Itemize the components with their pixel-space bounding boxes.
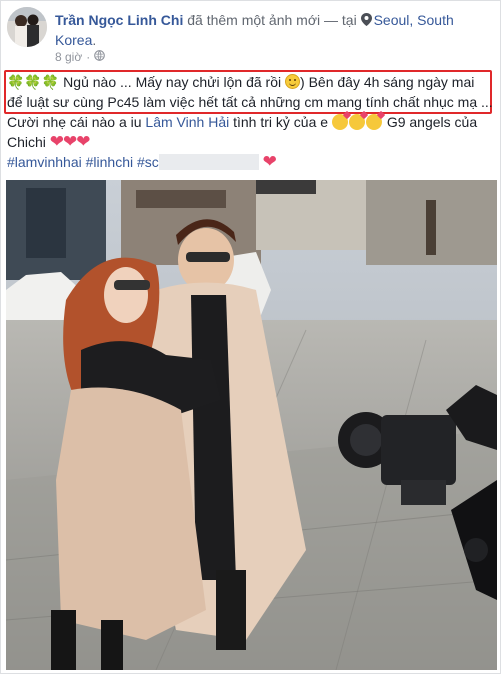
mention-link[interactable]: Lâm Vinh Hải: [145, 114, 229, 130]
hashtag-link[interactable]: #linhchi: [86, 154, 133, 170]
hashtag-link[interactable]: #sc: [137, 154, 159, 170]
smile-emoji-icon: [285, 74, 301, 89]
hashtag-link[interactable]: #lamvinhhai: [7, 154, 82, 170]
post-text-line2-start: Cười nhẹ cái nào a iu: [7, 114, 146, 130]
meta-separator: ·: [86, 50, 91, 64]
redacted-text: [158, 154, 259, 170]
post-timestamp[interactable]: 8 giờ: [55, 50, 82, 64]
post-text-line2-mid: tình tri kỷ của e: [229, 114, 332, 130]
photo-image: [6, 180, 497, 670]
avatar-photo: [7, 7, 47, 47]
globe-icon[interactable]: [94, 50, 106, 64]
kiss-emoji-icon: [348, 114, 365, 130]
kiss-emoji-icon: [331, 114, 348, 130]
hearts-emoji: ❤❤❤: [49, 132, 91, 151]
post-photo[interactable]: [6, 180, 497, 670]
post-header: Trần Ngọc Linh Chi đã thêm một ảnh mới —…: [55, 10, 495, 50]
post-card: Trần Ngọc Linh Chi đã thêm một ảnh mới —…: [0, 0, 501, 674]
post-action-text: đã thêm một ảnh mới — tại: [183, 12, 361, 28]
map-pin-icon: [360, 12, 374, 28]
post-text-line1: Ngủ nào ... Mấy nay chửi lộn đã rồi: [59, 74, 286, 90]
post-body: 🍀🍀🍀 Ngủ nào ... Mấy nay chửi lộn đã rồi …: [7, 72, 493, 172]
location-period: .: [92, 32, 97, 48]
kiss-emoji-icon: [365, 114, 382, 130]
four-leaf-clover-emoji: 🍀🍀🍀: [7, 74, 60, 90]
author-name-link[interactable]: Trần Ngọc Linh Chi: [55, 12, 183, 28]
author-avatar[interactable]: [7, 7, 47, 47]
heart-emoji: ❤: [262, 152, 277, 171]
post-meta: 8 giờ ·: [55, 50, 106, 64]
